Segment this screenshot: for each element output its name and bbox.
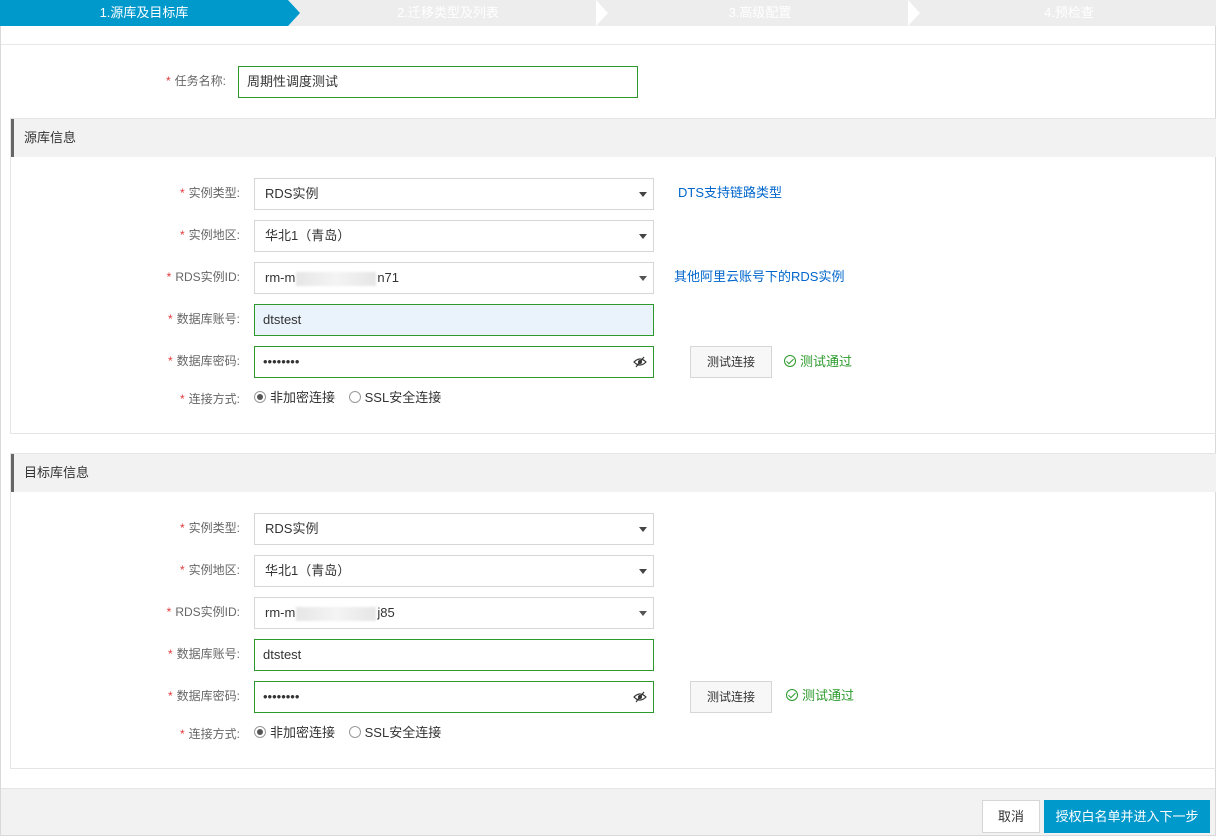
radio-icon (254, 726, 266, 738)
step-source-target: 1.源库及目标库 (0, 0, 300, 26)
radio-icon (254, 391, 266, 403)
divider (1, 44, 1215, 45)
cancel-button[interactable]: 取消 (982, 800, 1040, 833)
target-region-label: * 实例地区: (179, 563, 240, 577)
check-circle-icon (786, 689, 798, 701)
target-instance-type-label: * 实例类型: (179, 521, 240, 535)
radio-unencrypted[interactable]: 非加密连接 (254, 390, 335, 405)
radio-ssl[interactable]: SSL安全连接 (348, 390, 441, 405)
target-test-connection-button[interactable]: 测试连接 (690, 681, 772, 713)
section-title: 源库信息 (11, 119, 1216, 157)
task-name-label: * 任务名称: (165, 74, 226, 88)
task-name-input[interactable]: 周期性调度测试 (238, 66, 638, 98)
step-migration-type: 2.迁移类型及列表 (300, 0, 596, 26)
chevron-down-icon (639, 234, 647, 239)
check-circle-icon (784, 355, 796, 367)
target-account-label: * 数据库账号: (167, 647, 240, 661)
chevron-down-icon (639, 527, 647, 532)
target-rds-id-label: * RDS实例ID: (166, 605, 240, 619)
step-advanced: 3.高级配置 (610, 0, 910, 26)
section-title: 目标库信息 (11, 454, 1216, 492)
step-divider (908, 0, 920, 26)
chevron-down-icon (639, 276, 647, 281)
next-step-button[interactable]: 授权白名单并进入下一步 (1044, 800, 1210, 833)
source-conn-options: 非加密连接 SSL安全连接 (254, 389, 451, 407)
source-test-connection-button[interactable]: 测试连接 (690, 346, 772, 378)
target-test-status: 测试通过 (786, 687, 854, 705)
step-label: 1.源库及目标库 (99, 5, 189, 20)
source-conn-label: * 连接方式: (179, 392, 240, 406)
target-account-input[interactable]: dtstest (254, 639, 654, 671)
source-password-label: * 数据库密码: (167, 354, 240, 368)
source-rds-id-label: * RDS实例ID: (166, 270, 240, 284)
chevron-down-icon (639, 192, 647, 197)
step-label: 4.预检查 (1044, 5, 1094, 20)
eye-icon[interactable] (633, 690, 647, 704)
target-conn-options: 非加密连接 SSL安全连接 (254, 724, 451, 742)
source-account-label: * 数据库账号: (167, 312, 240, 326)
source-instance-type-label: * 实例类型: (179, 186, 240, 200)
radio-ssl[interactable]: SSL安全连接 (348, 725, 441, 740)
source-region-label: * 实例地区: (179, 228, 240, 242)
target-rds-id-select[interactable]: rm-m j85 (254, 597, 654, 629)
radio-unencrypted[interactable]: 非加密连接 (254, 725, 335, 740)
eye-icon[interactable] (633, 355, 647, 369)
step-label: 3.高级配置 (728, 5, 792, 20)
wizard-steps: 1.源库及目标库 2.迁移类型及列表 3.高级配置 4.预检查 (0, 0, 1216, 26)
source-instance-type-select[interactable]: RDS实例 (254, 178, 654, 210)
source-test-status: 测试通过 (784, 353, 852, 371)
target-region-select[interactable]: 华北1（青岛） (254, 555, 654, 587)
target-instance-type-select[interactable]: RDS实例 (254, 513, 654, 545)
other-account-rds-link[interactable]: 其他阿里云账号下的RDS实例 (674, 268, 844, 286)
step-arrow (288, 0, 300, 26)
step-divider (596, 0, 608, 26)
step-label: 2.迁移类型及列表 (397, 5, 499, 20)
source-rds-id-select[interactable]: rm-m n71 (254, 262, 654, 294)
target-password-label: * 数据库密码: (167, 689, 240, 703)
chevron-down-icon (639, 611, 647, 616)
radio-icon (348, 391, 361, 403)
chevron-down-icon (639, 569, 647, 574)
masked-text (296, 271, 377, 286)
radio-icon (348, 726, 361, 738)
target-conn-label: * 连接方式: (179, 727, 240, 741)
dts-link-types-link[interactable]: DTS支持链路类型 (678, 184, 782, 202)
step-precheck: 4.预检查 (922, 0, 1216, 26)
source-region-select[interactable]: 华北1（青岛） (254, 220, 654, 252)
source-password-input[interactable]: •••••••• (254, 346, 654, 378)
target-password-input[interactable]: •••••••• (254, 681, 654, 713)
masked-text (296, 606, 377, 621)
source-account-input[interactable]: dtstest (254, 304, 654, 336)
